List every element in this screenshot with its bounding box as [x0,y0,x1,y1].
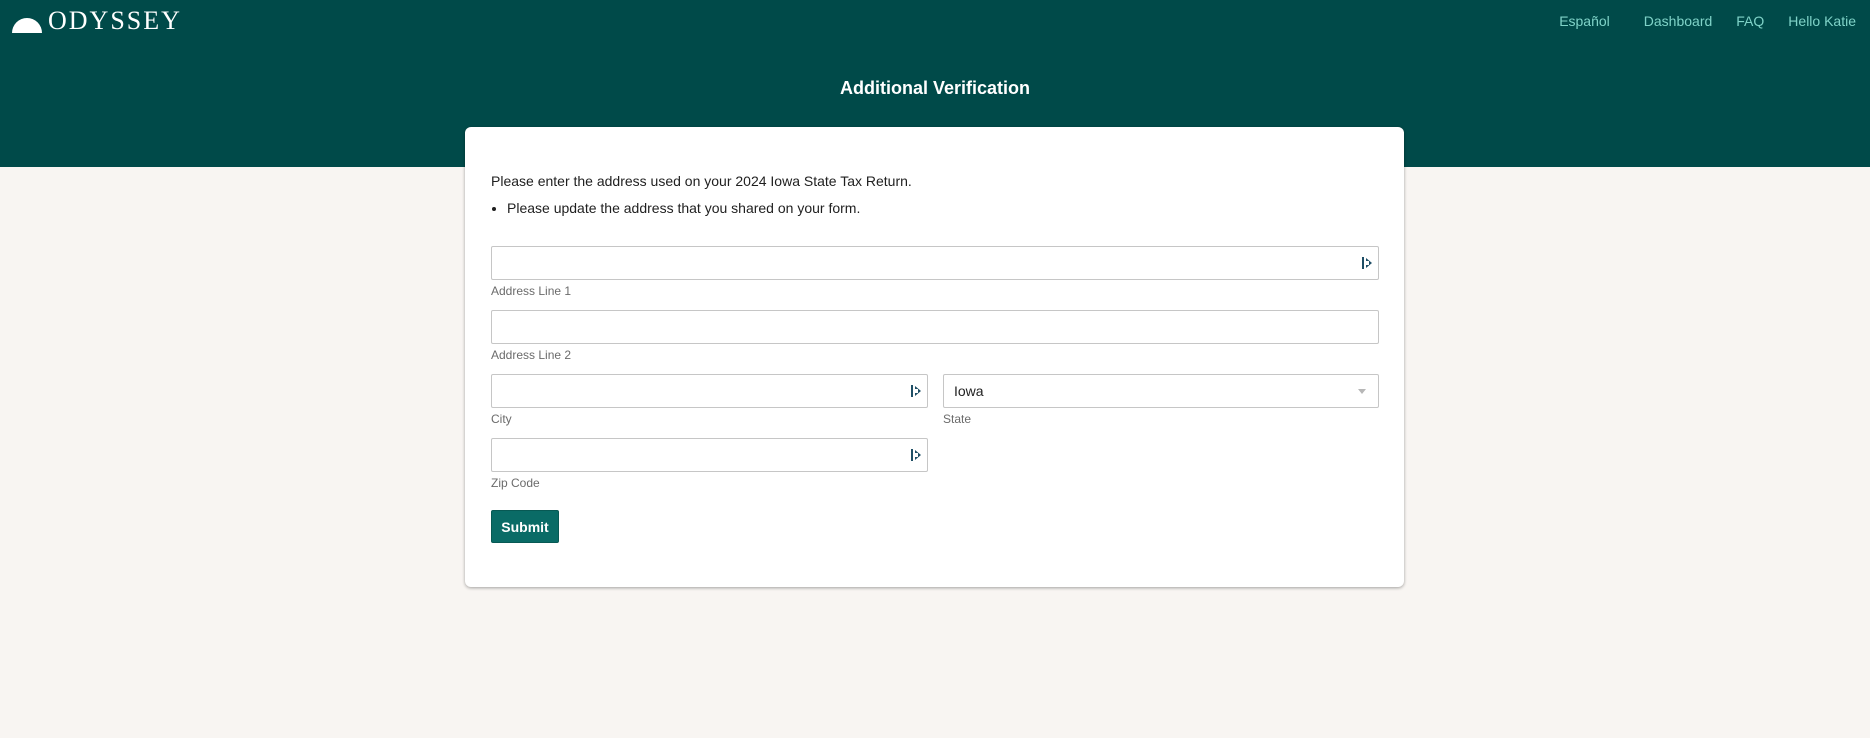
address-line-1-label: Address Line 1 [491,284,572,298]
logo[interactable]: ODYSSEY [12,7,182,35]
address-line-2-box [491,310,1379,344]
address-line-2-field: Address Line 2 [491,310,1379,362]
nav-link-espanol[interactable]: Español [1559,11,1610,31]
form-intro: Please enter the address used on your 20… [491,173,912,189]
submit-button[interactable]: Submit [491,510,559,543]
zip-code-field: Zip Code [491,438,928,490]
instructions-list: Please update the address that you share… [491,199,860,217]
state-select[interactable]: Iowa [943,374,1379,408]
password-manager-icon[interactable] [1362,257,1372,269]
zip-code-input[interactable] [492,439,927,471]
half-sun-icon [12,18,42,33]
city-box [491,374,928,408]
address-line-1-input[interactable] [492,247,1378,279]
address-line-1-box [491,246,1379,280]
verification-card: Please enter the address used on your 20… [465,127,1404,587]
brand-name: ODYSSEY [48,6,182,35]
state-label: State [943,412,972,426]
state-selected-value: Iowa [954,383,984,399]
address-line-2-input[interactable] [492,311,1378,343]
top-nav: Español Dashboard FAQ Hello Katie [1559,11,1856,31]
zip-code-box [491,438,928,472]
nav-user-greeting[interactable]: Hello Katie [1788,11,1856,31]
address-line-2-label: Address Line 2 [491,348,572,362]
page-title: Additional Verification [839,78,1031,98]
nav-link-faq[interactable]: FAQ [1736,11,1764,31]
instruction-item: Please update the address that you share… [507,199,860,217]
zip-code-label: Zip Code [491,476,540,490]
chevron-down-icon [1358,389,1366,394]
state-field: Iowa State [943,374,1379,426]
city-label: City [491,412,512,426]
password-manager-icon[interactable] [911,449,921,461]
city-field: City [491,374,928,426]
address-line-1-field: Address Line 1 [491,246,1379,298]
password-manager-icon[interactable] [911,385,921,397]
city-input[interactable] [492,375,927,407]
nav-link-dashboard[interactable]: Dashboard [1644,11,1713,31]
